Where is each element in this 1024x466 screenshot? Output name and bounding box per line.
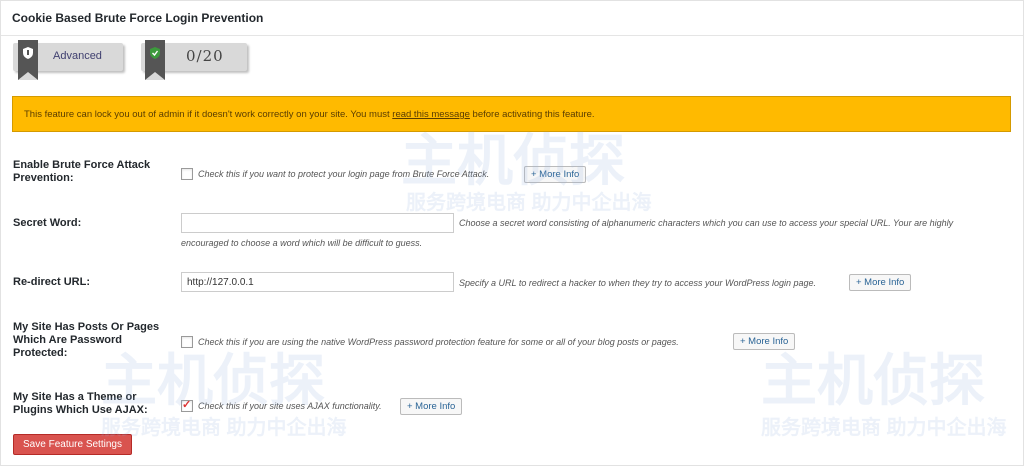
score-badge: 0/20 bbox=[141, 40, 247, 80]
ribbon bbox=[18, 40, 38, 80]
save-feature-settings-button[interactable]: Save Feature Settings bbox=[13, 434, 132, 455]
score-value: 0/20 bbox=[186, 47, 224, 65]
watermark-tagline: 服务跨境电商 助力中企出海 bbox=[406, 192, 652, 214]
panel-header: Cookie Based Brute Force Login Preventio… bbox=[1, 1, 1023, 36]
level-badge: Advanced bbox=[13, 40, 123, 80]
password-protected-checkbox[interactable] bbox=[181, 336, 193, 348]
secret-word-desc-line1: Choose a secret word consisting of alpha… bbox=[459, 218, 954, 228]
level-label: Advanced bbox=[53, 50, 102, 62]
warning-text: This feature can lock you out of admin i… bbox=[24, 109, 595, 120]
enable-more-info-button[interactable]: + More Info bbox=[524, 166, 587, 183]
watermark-tagline: 服务跨境电商 助力中企出海 bbox=[761, 417, 1007, 439]
ribbon bbox=[145, 40, 165, 80]
redirect-url-label: Re-direct URL: bbox=[13, 276, 91, 288]
secret-word-desc-line2: encouraged to choose a word which will b… bbox=[181, 238, 423, 248]
enable-brute-force-checkbox[interactable] bbox=[181, 168, 193, 180]
ajax-desc: Check this if your site uses AJAX functi… bbox=[198, 401, 382, 411]
warning-text-start: This feature can lock you out of admin i… bbox=[24, 109, 393, 120]
password-protected-label: My Site Has Posts Or Pages Which Are Pas… bbox=[13, 321, 160, 359]
warning-notice: This feature can lock you out of admin i… bbox=[12, 96, 1011, 132]
ajax-label: My Site Has a Theme or Plugins Which Use… bbox=[13, 391, 148, 416]
password-more-info-button[interactable]: + More Info bbox=[733, 333, 796, 350]
shield-check-icon bbox=[150, 47, 160, 59]
secret-word-label: Secret Word: bbox=[13, 217, 82, 229]
ajax-checkbox[interactable] bbox=[181, 398, 193, 412]
secret-word-input[interactable] bbox=[181, 213, 454, 233]
read-message-link[interactable]: read this message bbox=[392, 109, 470, 120]
enable-brute-force-label: Enable Brute Force Attack Prevention: bbox=[13, 159, 151, 184]
redirect-url-input[interactable] bbox=[181, 272, 454, 292]
redirect-url-desc: Specify a URL to redirect a hacker to wh… bbox=[459, 278, 817, 288]
shield-icon bbox=[23, 47, 33, 59]
password-protected-desc: Check this if you are using the native W… bbox=[198, 337, 679, 347]
enable-brute-force-desc: Check this if you want to protect your l… bbox=[198, 169, 490, 179]
ajax-more-info-button[interactable]: + More Info bbox=[400, 398, 463, 415]
redirect-more-info-button[interactable]: + More Info bbox=[849, 274, 912, 291]
warning-text-end: before activating this feature. bbox=[469, 109, 595, 120]
settings-panel: Cookie Based Brute Force Login Preventio… bbox=[0, 0, 1024, 466]
panel-title: Cookie Based Brute Force Login Preventio… bbox=[12, 11, 264, 25]
